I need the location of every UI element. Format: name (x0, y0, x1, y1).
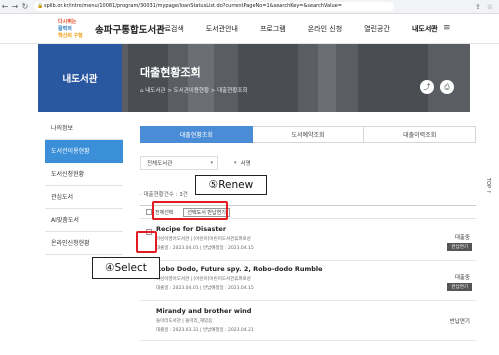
sidebar-item-favorite-books[interactable]: 관심도서 (45, 186, 123, 209)
top-button[interactable]: TOP ↑ (485, 178, 491, 194)
item-dates: 대출일 : 2023.04.01 | 반납예정일 : 2023.04.15 (156, 246, 254, 251)
list-item: Recipe for Disaster 어린이영어도서관 | [어린이]어린이도… (140, 221, 476, 261)
content-tabs: 대출현황조회 도서예약조회 대출이력조회 (140, 126, 477, 143)
select-highlight (136, 231, 157, 253)
chevron-down-icon: ▾ (234, 160, 237, 166)
tab-reservation[interactable]: 도서예약조회 (252, 126, 365, 143)
item-title[interactable]: Robo Dodo, Future spy. 2, Robo-dodo Rumb… (156, 265, 323, 273)
sidebar-item-ai-books[interactable]: AI맞춤도서 (45, 209, 123, 232)
list-item: Robo Dodo, Future spy. 2, Robo-dodo Rumb… (140, 261, 476, 301)
loan-count: · 대출현황건수 : 3건 (140, 192, 188, 198)
chevron-down-icon: ▾ (210, 160, 213, 166)
main-nav: 자료검색 도서관안내 프로그램 온라인 신청 열린공간 내도서관 (158, 24, 460, 34)
search-icon[interactable]: ⌕ (430, 23, 435, 33)
sidebar-menu: 나의정보 도서관이용현황 도서신청현황 관심도서 AI맞춤도서 온라인신청현황 (45, 117, 123, 255)
breadcrumb: ⌂ 내도서관 > 도서관이용현황 > 대출현황조회 (140, 88, 248, 94)
nav-item-online-apply[interactable]: 온라인 신청 (308, 24, 342, 34)
list-item: Mirandy and brother wind 돌마리도서관 | 돌마리_재밌… (140, 301, 476, 341)
item-title[interactable]: Mirandy and brother wind (156, 307, 251, 315)
sidebar-item-usage-status[interactable]: 도서관이용현황 (45, 140, 123, 163)
nav-item-search[interactable]: 자료검색 (158, 24, 184, 34)
logo-mark: 다시뛰는 활력의 혁신의 구청 (58, 19, 83, 39)
item-meta: 어린이영어도서관 | [어린이]어린이도서관휴퍼로싱 (156, 237, 251, 242)
extend-button[interactable]: 반납연기 (447, 243, 472, 251)
logo-text: 송파구통합도서관 (95, 25, 165, 36)
item-meta: 어린이영어도서관 | [어린이]어린이도서관휴퍼로싱 (156, 277, 251, 282)
browser-bar: ← → ↻ 🔒 splib.or.kr/intro/menu/10081/pro… (0, 0, 499, 14)
lock-icon: 🔒 (37, 3, 44, 9)
print-icon[interactable]: ⎙ (440, 80, 454, 94)
status-badge: 반납연기 (449, 319, 470, 325)
nav-item-program[interactable]: 프로그램 (260, 24, 286, 34)
item-title[interactable]: Recipe for Disaster (156, 225, 226, 233)
filter-row: 전체도서관 ▾ ▾ 서명 (140, 156, 440, 170)
sidebar-item-my-info[interactable]: 나의정보 (45, 117, 123, 140)
share-page-icon[interactable]: ⇪ (475, 3, 481, 11)
renew-highlight (152, 201, 228, 220)
sort-select[interactable]: ▾ 서명 (228, 156, 294, 170)
address-text: splib.or.kr/intro/menu/10081/program/300… (44, 3, 342, 9)
share-icon[interactable]: ⤴ (420, 80, 434, 94)
library-select[interactable]: 전체도서관 ▾ (140, 156, 218, 170)
site-header: 다시뛰는 활력의 혁신의 구청 송파구통합도서관 자료검색 도서관안내 프로그램… (0, 14, 499, 44)
page-title: 대출현황조회 (140, 66, 201, 79)
forward-icon[interactable]: → (10, 2, 20, 11)
select-callout: ④Select (92, 257, 160, 279)
reload-icon[interactable]: ↻ (20, 2, 30, 11)
item-dates: 대출일 : 2023.03.31 | 반납예정일 : 2023.04.21 (156, 328, 254, 333)
item-dates: 대출일 : 2023.04.01 | 반납예정일 : 2023.04.15 (156, 286, 254, 291)
tab-loan-status[interactable]: 대출현황조회 (140, 126, 253, 143)
back-icon[interactable]: ← (0, 2, 10, 11)
address-bar[interactable]: 🔒 splib.or.kr/intro/menu/10081/program/3… (34, 2, 394, 11)
tab-loan-history[interactable]: 대출이력조회 (364, 126, 477, 143)
sidebar-item-online-apply-status[interactable]: 온라인신청현황 (45, 232, 123, 255)
sidebar-title: 내도서관 (38, 44, 122, 112)
nav-item-library-info[interactable]: 도서관안내 (206, 24, 238, 34)
renew-callout: ⑤Renew (195, 175, 267, 195)
sidebar-item-book-request[interactable]: 도서신청현황 (45, 163, 123, 186)
status-badge: 대출중 (454, 275, 470, 281)
menu-icon[interactable]: ≡ (443, 23, 451, 33)
status-badge: 대출중 (454, 235, 470, 241)
bookmark-icon[interactable]: ☆ (487, 3, 493, 11)
nav-item-open-space[interactable]: 열린공간 (364, 24, 390, 34)
extend-button[interactable]: 반납연기 (447, 283, 472, 291)
item-meta: 돌마리도서관 | 돌마리_재밌음 (156, 319, 213, 324)
site-logo[interactable]: 다시뛰는 활력의 혁신의 구청 송파구통합도서관 (58, 18, 165, 40)
